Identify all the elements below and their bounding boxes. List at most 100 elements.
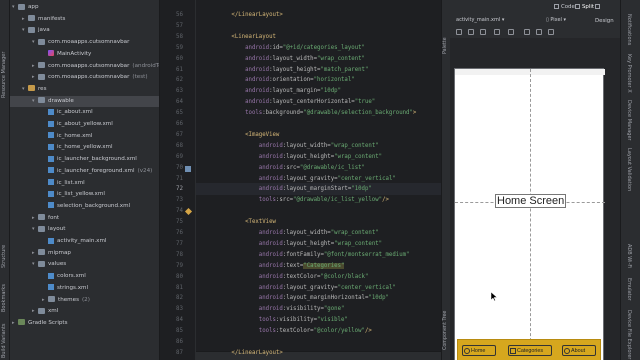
eye-icon[interactable] (456, 29, 462, 35)
project-tree: ▾ app ▸ manifests ▾ java ▾ com.moaapps.cutsomna… (10, 0, 160, 360)
margin-icon[interactable] (480, 29, 486, 35)
code-mode-button[interactable]: Code (554, 0, 575, 14)
tool-window-device-manager[interactable]: Device Manager (626, 100, 632, 142)
line-number: 69 (176, 153, 183, 160)
tree-item[interactable]: ic_list_yellow.xml (10, 189, 159, 201)
tree-item[interactable]: ▾ app (10, 2, 159, 14)
tree-item[interactable]: ▾ com.moaapps.cutsomnavbar (10, 37, 159, 49)
code-line: android:id="@+id/categories_layout" (204, 45, 365, 51)
code-line: android:layout_height="match_parent" (204, 67, 368, 73)
tree-item[interactable]: ▾ java (10, 25, 159, 37)
tool-window-structure[interactable]: Structure (1, 228, 9, 268)
tree-item[interactable]: ▸ mipmap (10, 248, 159, 260)
component-tree-tab[interactable]: Component Tree (443, 290, 448, 350)
tree-item[interactable]: activity_main.xml (10, 236, 159, 248)
right-tool-strip: Notifications Key Promoter X Device Mana… (620, 0, 640, 360)
tree-item[interactable]: ic_home_yellow.xml (10, 142, 159, 154)
tree-item[interactable]: ic_about.xml (10, 107, 159, 119)
tree-item[interactable]: selection_background.xml (10, 201, 159, 213)
device-preview[interactable]: Home Screen Home Categories About (454, 68, 605, 360)
tree-item-label: mipmap (48, 249, 71, 256)
package-icon (38, 73, 45, 80)
code-token-val: "match_parent" (320, 66, 369, 73)
tree-item[interactable]: ▸com.moaapps.cutsomnavbar(androidTest) (10, 61, 159, 73)
design-canvas[interactable]: Home Screen Home Categories About (450, 38, 620, 360)
split-mode-button[interactable]: Split (575, 0, 594, 14)
tree-item[interactable]: ic_launcher_foreground.xml (v24) (10, 166, 159, 178)
tree-item[interactable]: ic_home.xml (10, 131, 159, 143)
code-token-attr: :layout_centerHorizontal= (269, 99, 355, 106)
code-line: tools:textColor="@color/yellow"/> (204, 328, 372, 334)
tree-item[interactable]: ic_about_yellow.xml (10, 119, 159, 131)
warning-icon[interactable] (184, 208, 193, 216)
tree-item[interactable]: ▾ values (10, 259, 159, 271)
tree-item[interactable]: colors.xml (10, 271, 159, 283)
tree-item[interactable]: MainActivity (10, 49, 159, 61)
line-number: 57 (176, 22, 183, 29)
file-dropdown[interactable]: activity_main.xml ▾ (456, 14, 504, 26)
home-screen-textview[interactable]: Home Screen (495, 194, 567, 208)
code-line: <ImageView (204, 132, 279, 138)
nav-item-about[interactable]: About (562, 345, 596, 356)
tree-item[interactable]: ic_list.xml (10, 178, 159, 190)
tree-item[interactable]: ▾ layout (10, 224, 159, 236)
tool-window-bookmarks[interactable]: Bookmarks (1, 276, 9, 312)
clear-constraints-icon[interactable] (494, 29, 500, 35)
infer-constraints-icon[interactable] (508, 29, 514, 35)
tree-item[interactable]: ▸ com.moaapps.cutsomnavbar (test) (10, 72, 159, 84)
tree-item[interactable]: ▸ Gradle Scripts (10, 318, 159, 330)
code-editor[interactable]: </LinearLayout> <LinearLayout android:id… (196, 0, 441, 360)
tool-window-build-variants[interactable]: Build Variants (1, 318, 9, 358)
tool-window-adb-wifi[interactable]: ADB Wi-Fi (626, 244, 632, 274)
guidelines-icon[interactable] (548, 29, 554, 35)
code-token-attr: :background= (262, 110, 304, 117)
line-number: 79 (176, 262, 183, 269)
line-number: 64 (176, 99, 183, 106)
tree-item-label: ic_list.xml (57, 179, 85, 186)
image-preview-icon[interactable] (185, 165, 191, 172)
code-line: tools:visibility="visible" (204, 317, 348, 323)
tree-item[interactable]: ▸ font (10, 213, 159, 225)
align-icon[interactable] (536, 29, 542, 35)
code-token-attr: :textColor= (282, 273, 321, 280)
nav-item-home[interactable]: Home (462, 345, 496, 356)
tool-window-device-file-explorer[interactable]: Device File Explorer (626, 310, 632, 359)
tool-window-resource-manager[interactable]: Resource Manager (1, 8, 9, 98)
code-token-ns: android (258, 153, 283, 160)
code-token-val: "@color/yellow" (313, 328, 365, 335)
nav-item-categories[interactable]: Categories (508, 345, 552, 356)
code-line: android:layout_gravity="center_vertical" (204, 176, 396, 182)
tool-window-notifications[interactable]: Notifications (626, 14, 632, 48)
code-token-ns: android (245, 77, 270, 84)
code-line: android:text="Categories" (204, 262, 345, 269)
tree-item[interactable]: ▾ res (10, 84, 159, 96)
code-token-attr: :layout_height= (282, 153, 335, 160)
line-number: 63 (176, 88, 183, 95)
folder-icon (28, 15, 35, 22)
tree-item[interactable]: ▸ xml (10, 306, 159, 318)
code-token-ns: android (258, 240, 283, 247)
tree-item[interactable]: strings.xml (10, 283, 159, 295)
tool-window-layout-validation[interactable]: Layout Validation (626, 148, 632, 194)
bottom-nav-bar[interactable]: Home Categories About (457, 339, 601, 360)
tool-window-key-promoter[interactable]: Key Promoter X (626, 54, 632, 96)
line-number: 76 (176, 230, 183, 236)
palette-tab[interactable]: Palette (443, 14, 448, 54)
magnet-icon[interactable] (468, 29, 474, 35)
device-dropdown[interactable]: ▯ Pixel ▾ (546, 14, 566, 26)
tree-item[interactable]: ▸ manifests (10, 14, 159, 26)
code-line: android:layout_width="wrap_content" (204, 230, 379, 236)
xml-file-icon (48, 143, 54, 150)
pack-icon[interactable] (524, 29, 530, 35)
code-token-val: "wrap_content" (330, 142, 379, 149)
tree-item[interactable]: ▸ themes (2) (10, 295, 159, 307)
home-icon (464, 348, 470, 354)
tree-item[interactable]: ic_launcher_background.xml (10, 154, 159, 166)
tool-window-emulator[interactable]: Emulator (626, 278, 632, 306)
tree-item[interactable]: ▾ drawable (10, 95, 159, 108)
device-dropdown-label: Pixel (550, 17, 562, 23)
